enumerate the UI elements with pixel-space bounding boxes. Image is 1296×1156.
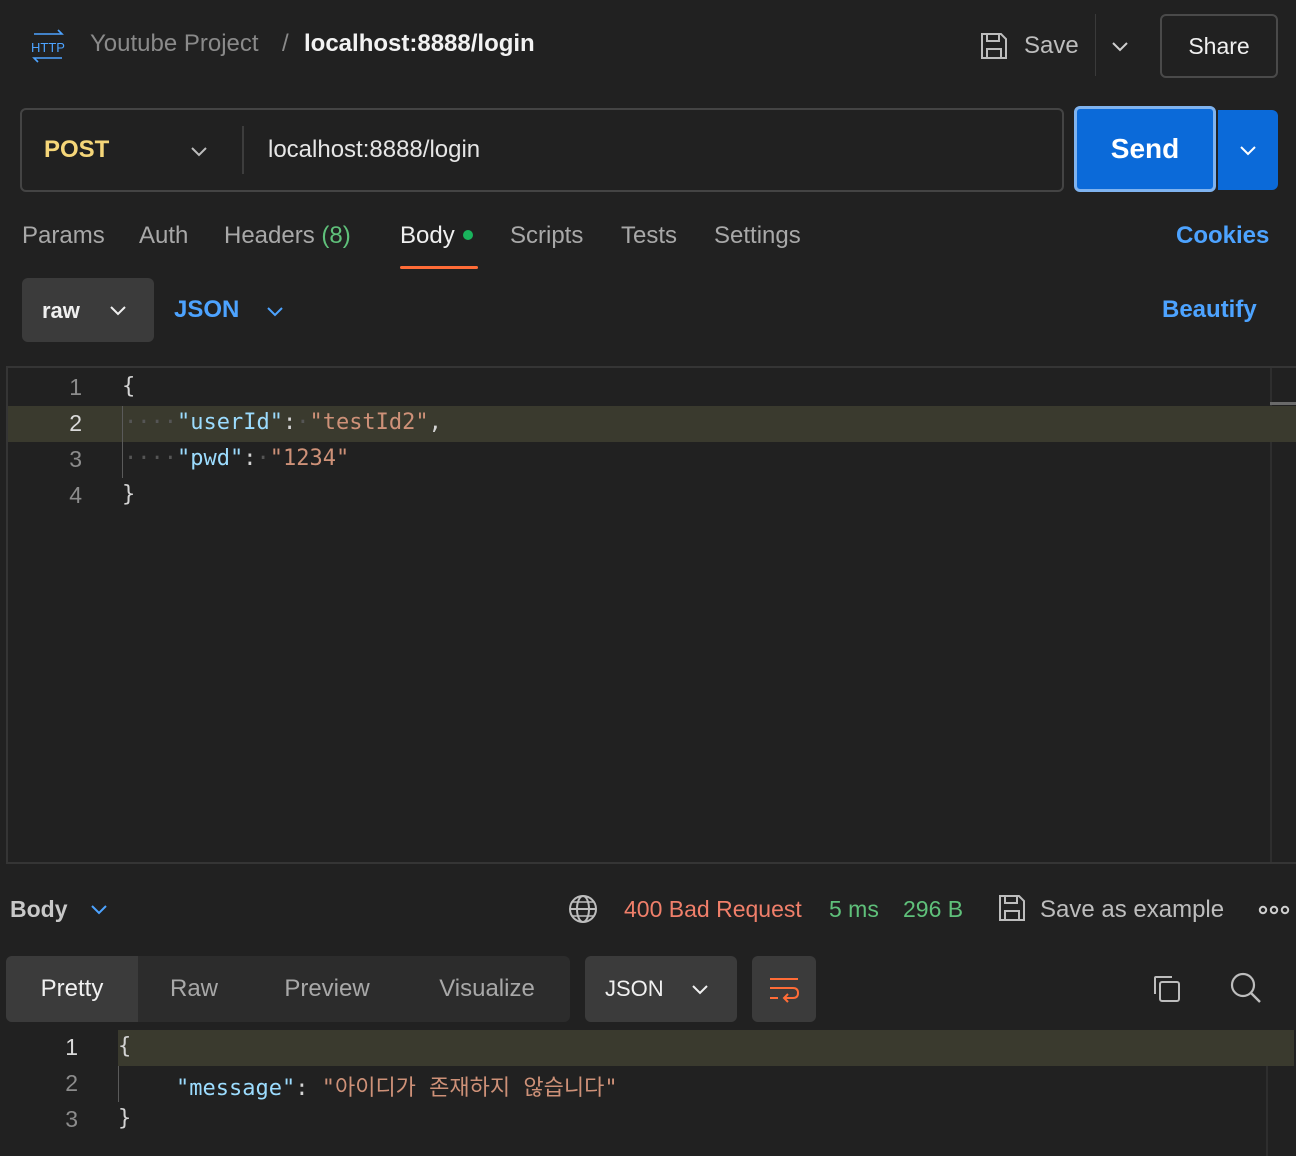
save-icon xyxy=(981,33,1007,59)
beautify-button[interactable]: Beautify xyxy=(1162,296,1257,324)
response-size[interactable]: 296 B xyxy=(903,896,963,923)
save-button[interactable]: Save xyxy=(978,24,1079,68)
active-tab-indicator xyxy=(400,266,478,269)
view-tab-raw[interactable]: Raw xyxy=(138,956,250,1022)
open-brace: { xyxy=(122,374,136,399)
send-options-button[interactable] xyxy=(1218,110,1278,190)
code-line: 2 ····"userId":·"testId2", xyxy=(8,406,1296,442)
code-line: 3 ····"pwd":·"1234" xyxy=(8,442,1296,478)
whitespace-dots: ···· xyxy=(124,410,177,435)
request-tabs: Params Auth Headers (8) Body Scripts Tes… xyxy=(0,220,1296,272)
chevron-down-icon xyxy=(692,985,708,995)
whitespace-dot: · xyxy=(296,410,310,435)
json-colon: : xyxy=(282,410,297,435)
tab-body[interactable]: Body xyxy=(400,222,473,250)
chevron-down-icon[interactable] xyxy=(88,898,110,920)
body-language-select[interactable]: JSON xyxy=(174,296,239,324)
line-number: 4 xyxy=(69,482,82,508)
code-line: 1 { xyxy=(0,1030,1288,1066)
tab-headers-label: Headers xyxy=(224,222,315,249)
open-brace: { xyxy=(118,1034,132,1059)
tab-auth[interactable]: Auth xyxy=(139,222,188,250)
code-line: 1 { xyxy=(8,370,1296,406)
json-key: "message" xyxy=(176,1076,296,1101)
line-number: 1 xyxy=(69,374,82,400)
json-value: "testId2" xyxy=(309,410,429,435)
share-button[interactable]: Share xyxy=(1160,14,1278,78)
chevron-down-icon[interactable] xyxy=(264,300,286,322)
json-value: "아이디가 존재하지 않습니다" xyxy=(321,1076,618,1101)
request-body-editor[interactable]: 1 { 2 ····"userId":·"testId2", 3 ····"pw… xyxy=(6,366,1296,864)
response-view-tabs: Pretty Raw Preview Visualize xyxy=(6,956,570,1022)
wrap-lines-icon xyxy=(770,978,800,1003)
line-number: 2 xyxy=(69,410,82,436)
copy-icon[interactable] xyxy=(1150,972,1184,1006)
save-label: Save xyxy=(1024,32,1079,59)
json-comma: , xyxy=(428,410,442,435)
chevron-down-icon xyxy=(110,306,126,316)
response-body-viewer[interactable]: 1 { 2 "message": "아이디가 존재하지 않습니다" 3 } xyxy=(0,1030,1296,1156)
breadcrumb-project[interactable]: Youtube Project xyxy=(90,30,259,58)
chevron-down-icon[interactable] xyxy=(1108,34,1132,58)
line-number: 3 xyxy=(65,1106,78,1132)
tab-headers[interactable]: Headers (8) xyxy=(224,222,351,250)
status-code[interactable]: 400 Bad Request xyxy=(624,896,802,923)
method-select[interactable]: POST xyxy=(44,136,109,164)
tab-body-label: Body xyxy=(400,222,455,249)
wrap-lines-button[interactable] xyxy=(752,956,816,1022)
url-input[interactable]: localhost:8888/login xyxy=(268,136,480,164)
whitespace-dots: ···· xyxy=(124,446,177,471)
save-as-example-button[interactable]: Save as example xyxy=(1040,896,1224,924)
svg-text:HTTP: HTTP xyxy=(31,40,65,55)
tab-tests[interactable]: Tests xyxy=(621,222,677,250)
request-title[interactable]: localhost:8888/login xyxy=(304,30,535,58)
response-section-select[interactable]: Body xyxy=(10,896,68,923)
line-number: 2 xyxy=(65,1070,78,1096)
http-request-icon: HTTP xyxy=(31,29,65,63)
whitespace-dot: · xyxy=(256,446,270,471)
save-icon xyxy=(999,895,1025,921)
json-key: "userId" xyxy=(176,410,283,435)
json-key: "pwd" xyxy=(176,446,244,471)
chevron-down-icon xyxy=(1240,146,1256,156)
response-format-select[interactable]: JSON xyxy=(585,956,737,1022)
url-bar: POST localhost:8888/login xyxy=(20,108,1064,192)
divider xyxy=(242,126,244,174)
code-line: 4 } xyxy=(8,478,1296,514)
line-number: 3 xyxy=(69,446,82,472)
code-line: 2 "message": "아이디가 존재하지 않습니다" xyxy=(0,1066,1288,1102)
close-brace: } xyxy=(118,1106,132,1131)
send-button[interactable]: Send xyxy=(1074,106,1216,192)
response-time[interactable]: 5 ms xyxy=(829,896,879,923)
json-value: "1234" xyxy=(269,446,350,471)
body-mode-label: raw xyxy=(42,298,80,323)
header-bar: HTTP Youtube Project / localhost:8888/lo… xyxy=(0,0,1296,92)
breadcrumb-separator: / xyxy=(282,30,289,57)
tab-params[interactable]: Params xyxy=(22,222,105,250)
body-mode-select[interactable]: raw xyxy=(22,278,154,342)
more-options-icon[interactable] xyxy=(1258,900,1290,920)
tab-settings[interactable]: Settings xyxy=(714,222,801,250)
tab-scripts[interactable]: Scripts xyxy=(510,222,583,250)
view-tab-preview[interactable]: Preview xyxy=(250,956,404,1022)
body-status-dot xyxy=(462,229,473,240)
headers-count-badge: (8) xyxy=(321,222,351,249)
json-colon: : xyxy=(295,1076,309,1101)
indent-guide xyxy=(118,1066,119,1102)
code-line: 3 } xyxy=(0,1102,1288,1138)
indent-guide xyxy=(122,406,123,478)
json-colon: : xyxy=(243,446,257,471)
view-tab-visualize[interactable]: Visualize xyxy=(404,956,570,1022)
cookies-link[interactable]: Cookies xyxy=(1176,222,1269,250)
close-brace: } xyxy=(122,482,136,507)
search-icon[interactable] xyxy=(1228,970,1264,1006)
response-format-label: JSON xyxy=(605,976,664,1001)
line-number: 1 xyxy=(65,1034,78,1060)
globe-icon[interactable] xyxy=(566,892,600,926)
chevron-down-icon[interactable] xyxy=(188,140,210,162)
divider xyxy=(1095,14,1096,76)
view-tab-pretty[interactable]: Pretty xyxy=(6,956,138,1022)
